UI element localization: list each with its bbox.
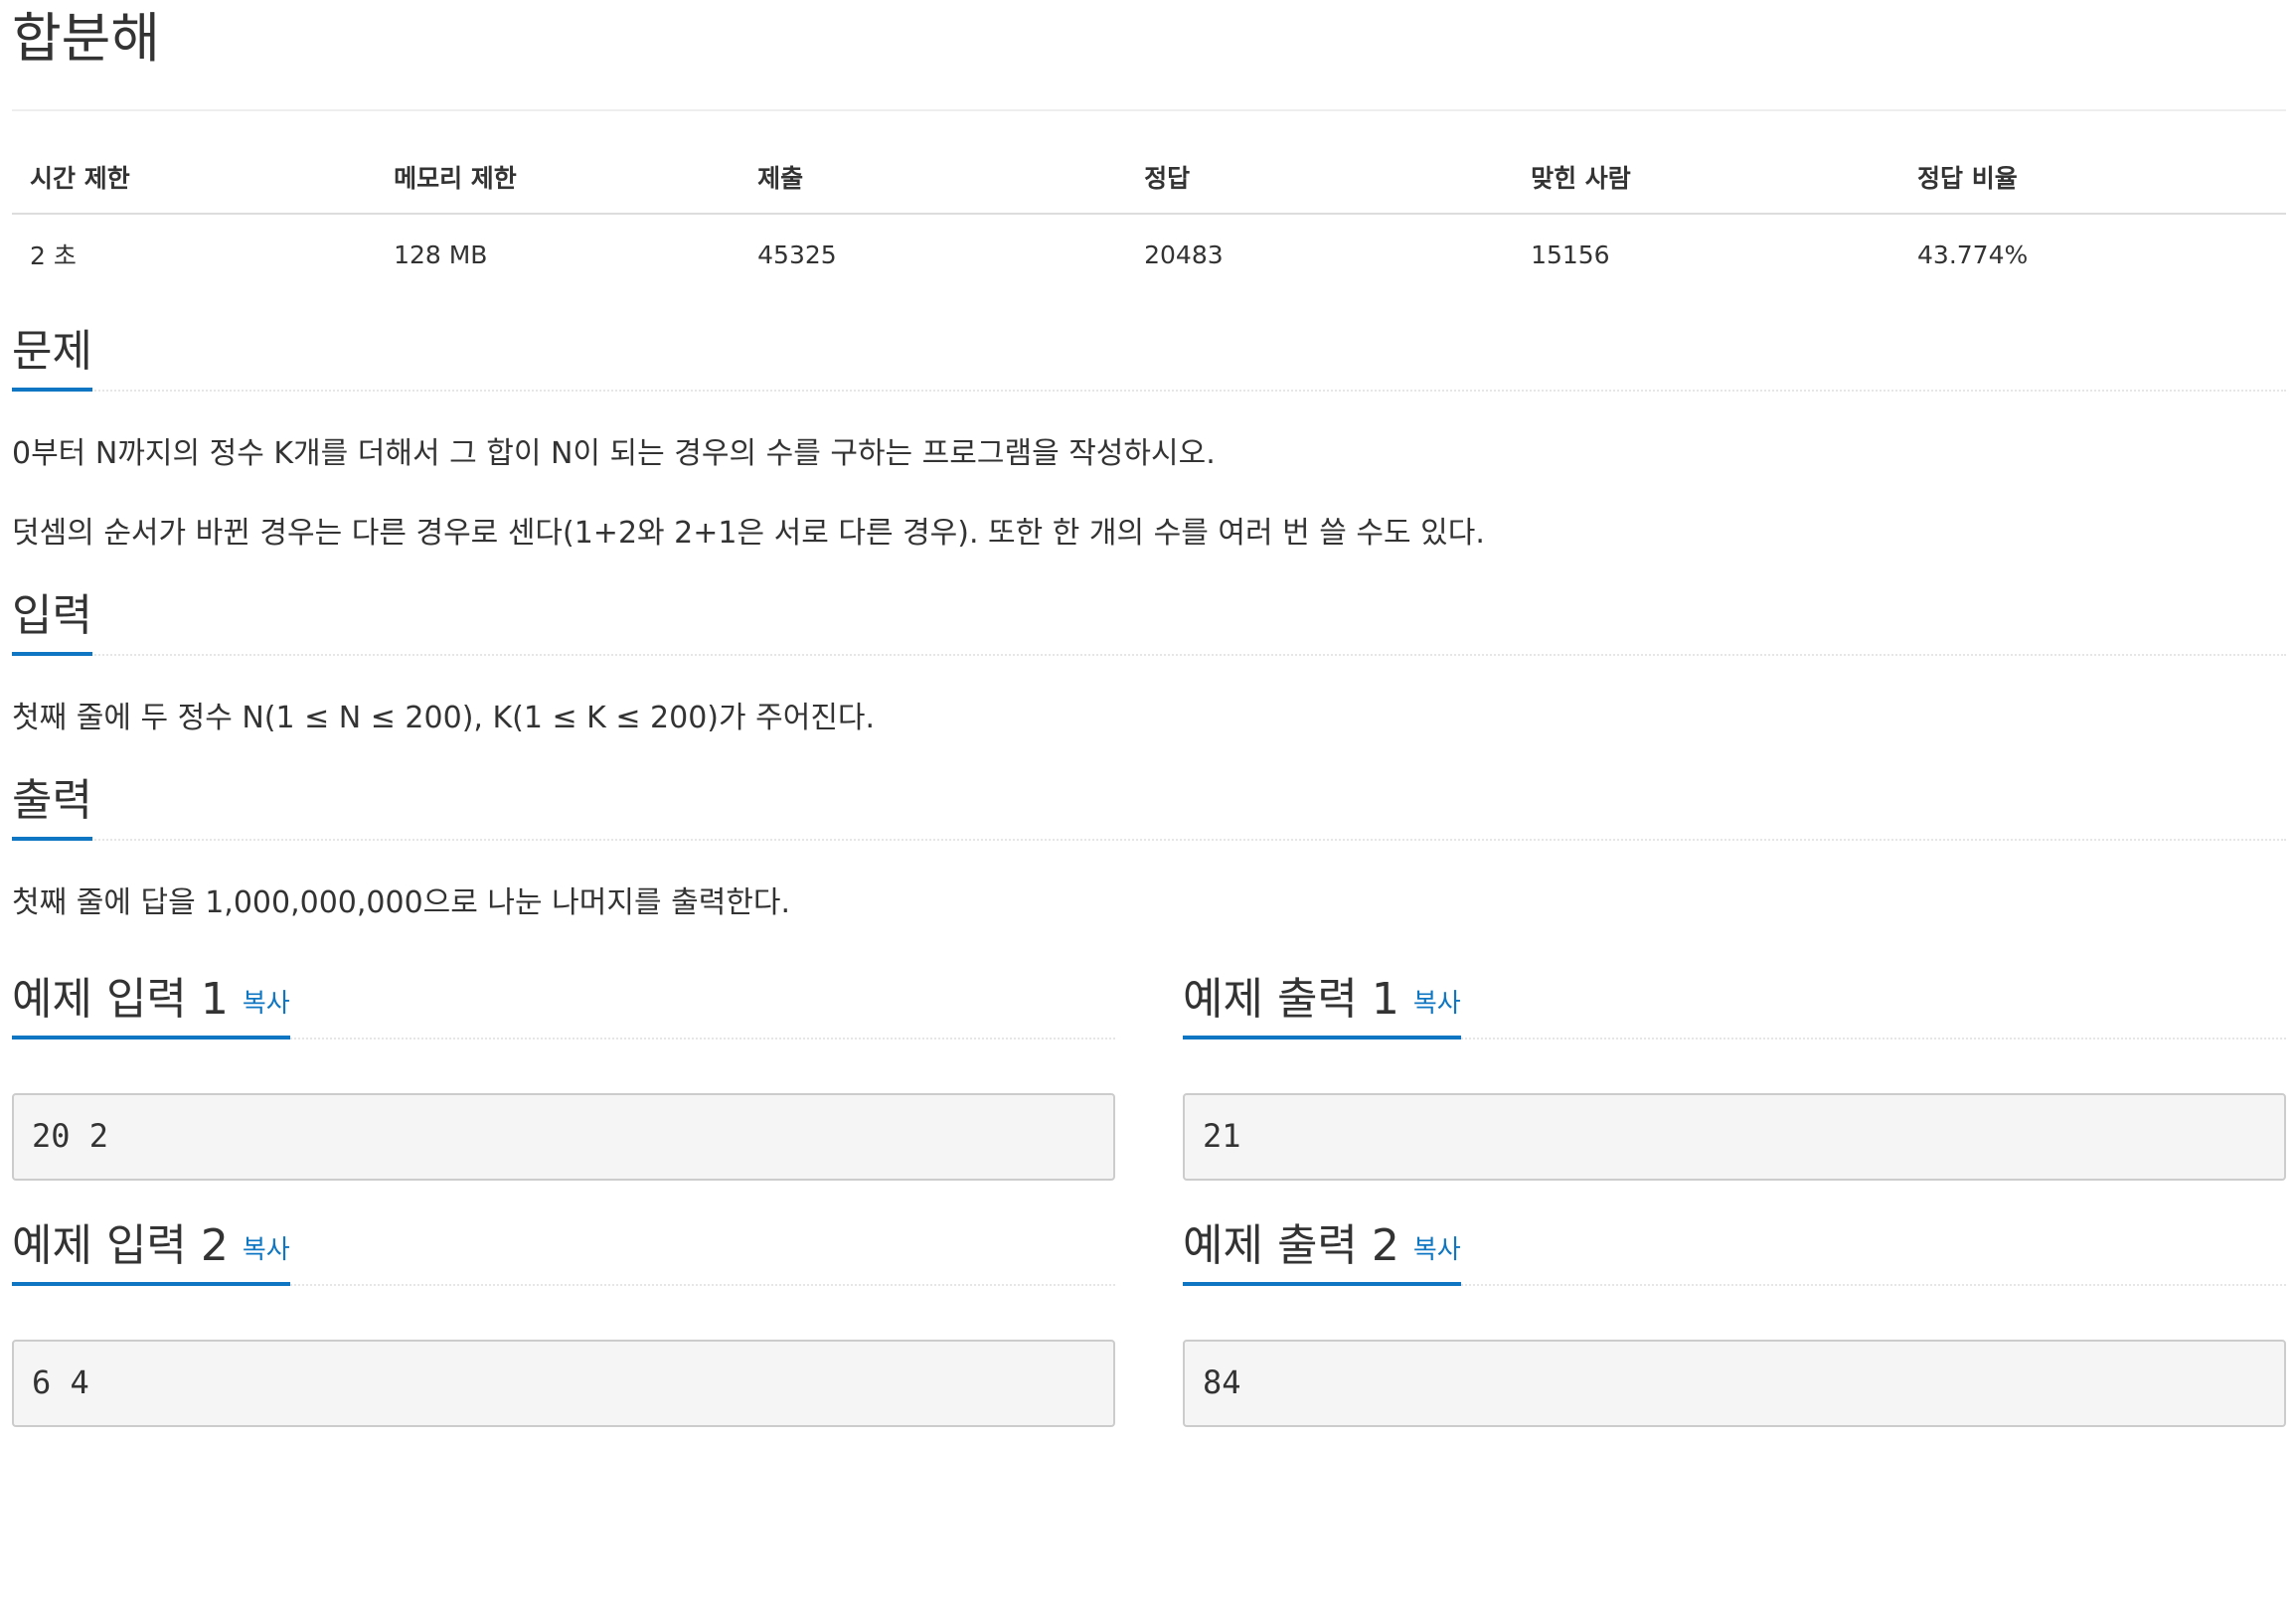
- copy-sample-output-2-button[interactable]: 복사: [1413, 1235, 1461, 1265]
- accept-ratio-value: 43.774%: [1917, 240, 2029, 269]
- sample-output-1-heading: 예제 출력 1: [1183, 974, 1399, 1025]
- problem-info-table: 시간 제한 메모리 제한 제출 정답 맞힌 사람 정답 비율 2 초 128 M…: [12, 159, 2286, 282]
- sample-input-2[interactable]: 6 4: [12, 1340, 1115, 1427]
- info-header-row: 시간 제한 메모리 제한 제출 정답 맞힌 사람 정답 비율: [12, 159, 2286, 215]
- input-heading: 입력: [12, 590, 92, 656]
- sample-output-2-heading: 예제 출력 2: [1183, 1220, 1399, 1271]
- header-submissions: 제출: [739, 159, 1127, 215]
- input-headline: 입력: [12, 590, 2286, 656]
- header-accepted: 정답: [1126, 159, 1514, 215]
- sample-output-2-headline: 예제 출력 2 복사: [1183, 1220, 2286, 1286]
- sample-input-1-heading: 예제 입력 1: [12, 974, 229, 1025]
- sample-output-1-headline: 예제 출력 1 복사: [1183, 974, 2286, 1040]
- copy-sample-output-1-button[interactable]: 복사: [1413, 989, 1461, 1019]
- sample-input-2-headline: 예제 입력 2 복사: [12, 1220, 1115, 1286]
- sample-output-column: 예제 출력 1 복사 21 예제 출력 2 복사 84: [1183, 934, 2286, 1427]
- problem-section: 문제 0부터 N까지의 정수 K개를 더해서 그 합이 N이 되는 경우의 수를…: [12, 326, 2286, 555]
- memory-limit-value: 128 MB: [394, 240, 488, 269]
- output-section: 출력 첫째 줄에 답을 1,000,000,000으로 나눈 나머지를 출력한다…: [12, 775, 2286, 924]
- sample-input-column: 예제 입력 1 복사 20 2 예제 입력 2 복사 6 4: [12, 934, 1115, 1427]
- sample-output-2[interactable]: 84: [1183, 1340, 2286, 1427]
- sample-input-1-headline: 예제 입력 1 복사: [12, 974, 1115, 1040]
- header-accept-ratio: 정답 비율: [1899, 159, 2286, 215]
- accepted-value: 20483: [1144, 240, 1224, 269]
- input-description: 첫째 줄에 두 정수 N(1 ≤ N ≤ 200), K(1 ≤ K ≤ 200…: [12, 701, 876, 735]
- solvers-value: 15156: [1531, 240, 1610, 269]
- sample-input-1[interactable]: 20 2: [12, 1093, 1115, 1181]
- sample-output-1[interactable]: 21: [1183, 1093, 2286, 1181]
- problem-heading: 문제: [12, 326, 92, 392]
- output-headline: 출력: [12, 775, 2286, 841]
- problem-description-2: 덧셈의 순서가 바뀐 경우는 다른 경우로 센다(1+2와 2+1은 서로 다른…: [12, 516, 1485, 551]
- header-time-limit: 시간 제한: [12, 159, 377, 215]
- problem-headline: 문제: [12, 326, 2286, 392]
- output-description: 첫째 줄에 답을 1,000,000,000으로 나눈 나머지를 출력한다.: [12, 885, 791, 920]
- samples-area: 예제 입력 1 복사 20 2 예제 입력 2 복사 6 4 예제 출력 1 복사 2…: [12, 934, 2286, 1427]
- time-limit-value: 2 초: [30, 241, 77, 270]
- sample-input-2-heading: 예제 입력 2: [12, 1220, 229, 1271]
- output-heading: 출력: [12, 775, 92, 841]
- input-section: 입력 첫째 줄에 두 정수 N(1 ≤ N ≤ 200), K(1 ≤ K ≤ …: [12, 590, 2286, 739]
- page-title: 합분해: [12, 0, 2286, 111]
- copy-sample-input-1-button[interactable]: 복사: [243, 989, 290, 1019]
- problem-description-1: 0부터 N까지의 정수 K개를 더해서 그 합이 N이 되는 경우의 수를 구하…: [12, 436, 1216, 471]
- problem-page: 합분해 시간 제한 메모리 제한 제출 정답 맞힌 사람 정답 비율 2 초 1…: [12, 0, 2286, 1427]
- copy-sample-input-2-button[interactable]: 복사: [243, 1235, 290, 1265]
- header-solvers: 맞힌 사람: [1513, 159, 1900, 215]
- submissions-value: 45325: [757, 240, 837, 269]
- info-value-row: 2 초 128 MB 45325 20483 15156 43.774%: [12, 214, 2286, 282]
- header-memory-limit: 메모리 제한: [376, 159, 740, 215]
